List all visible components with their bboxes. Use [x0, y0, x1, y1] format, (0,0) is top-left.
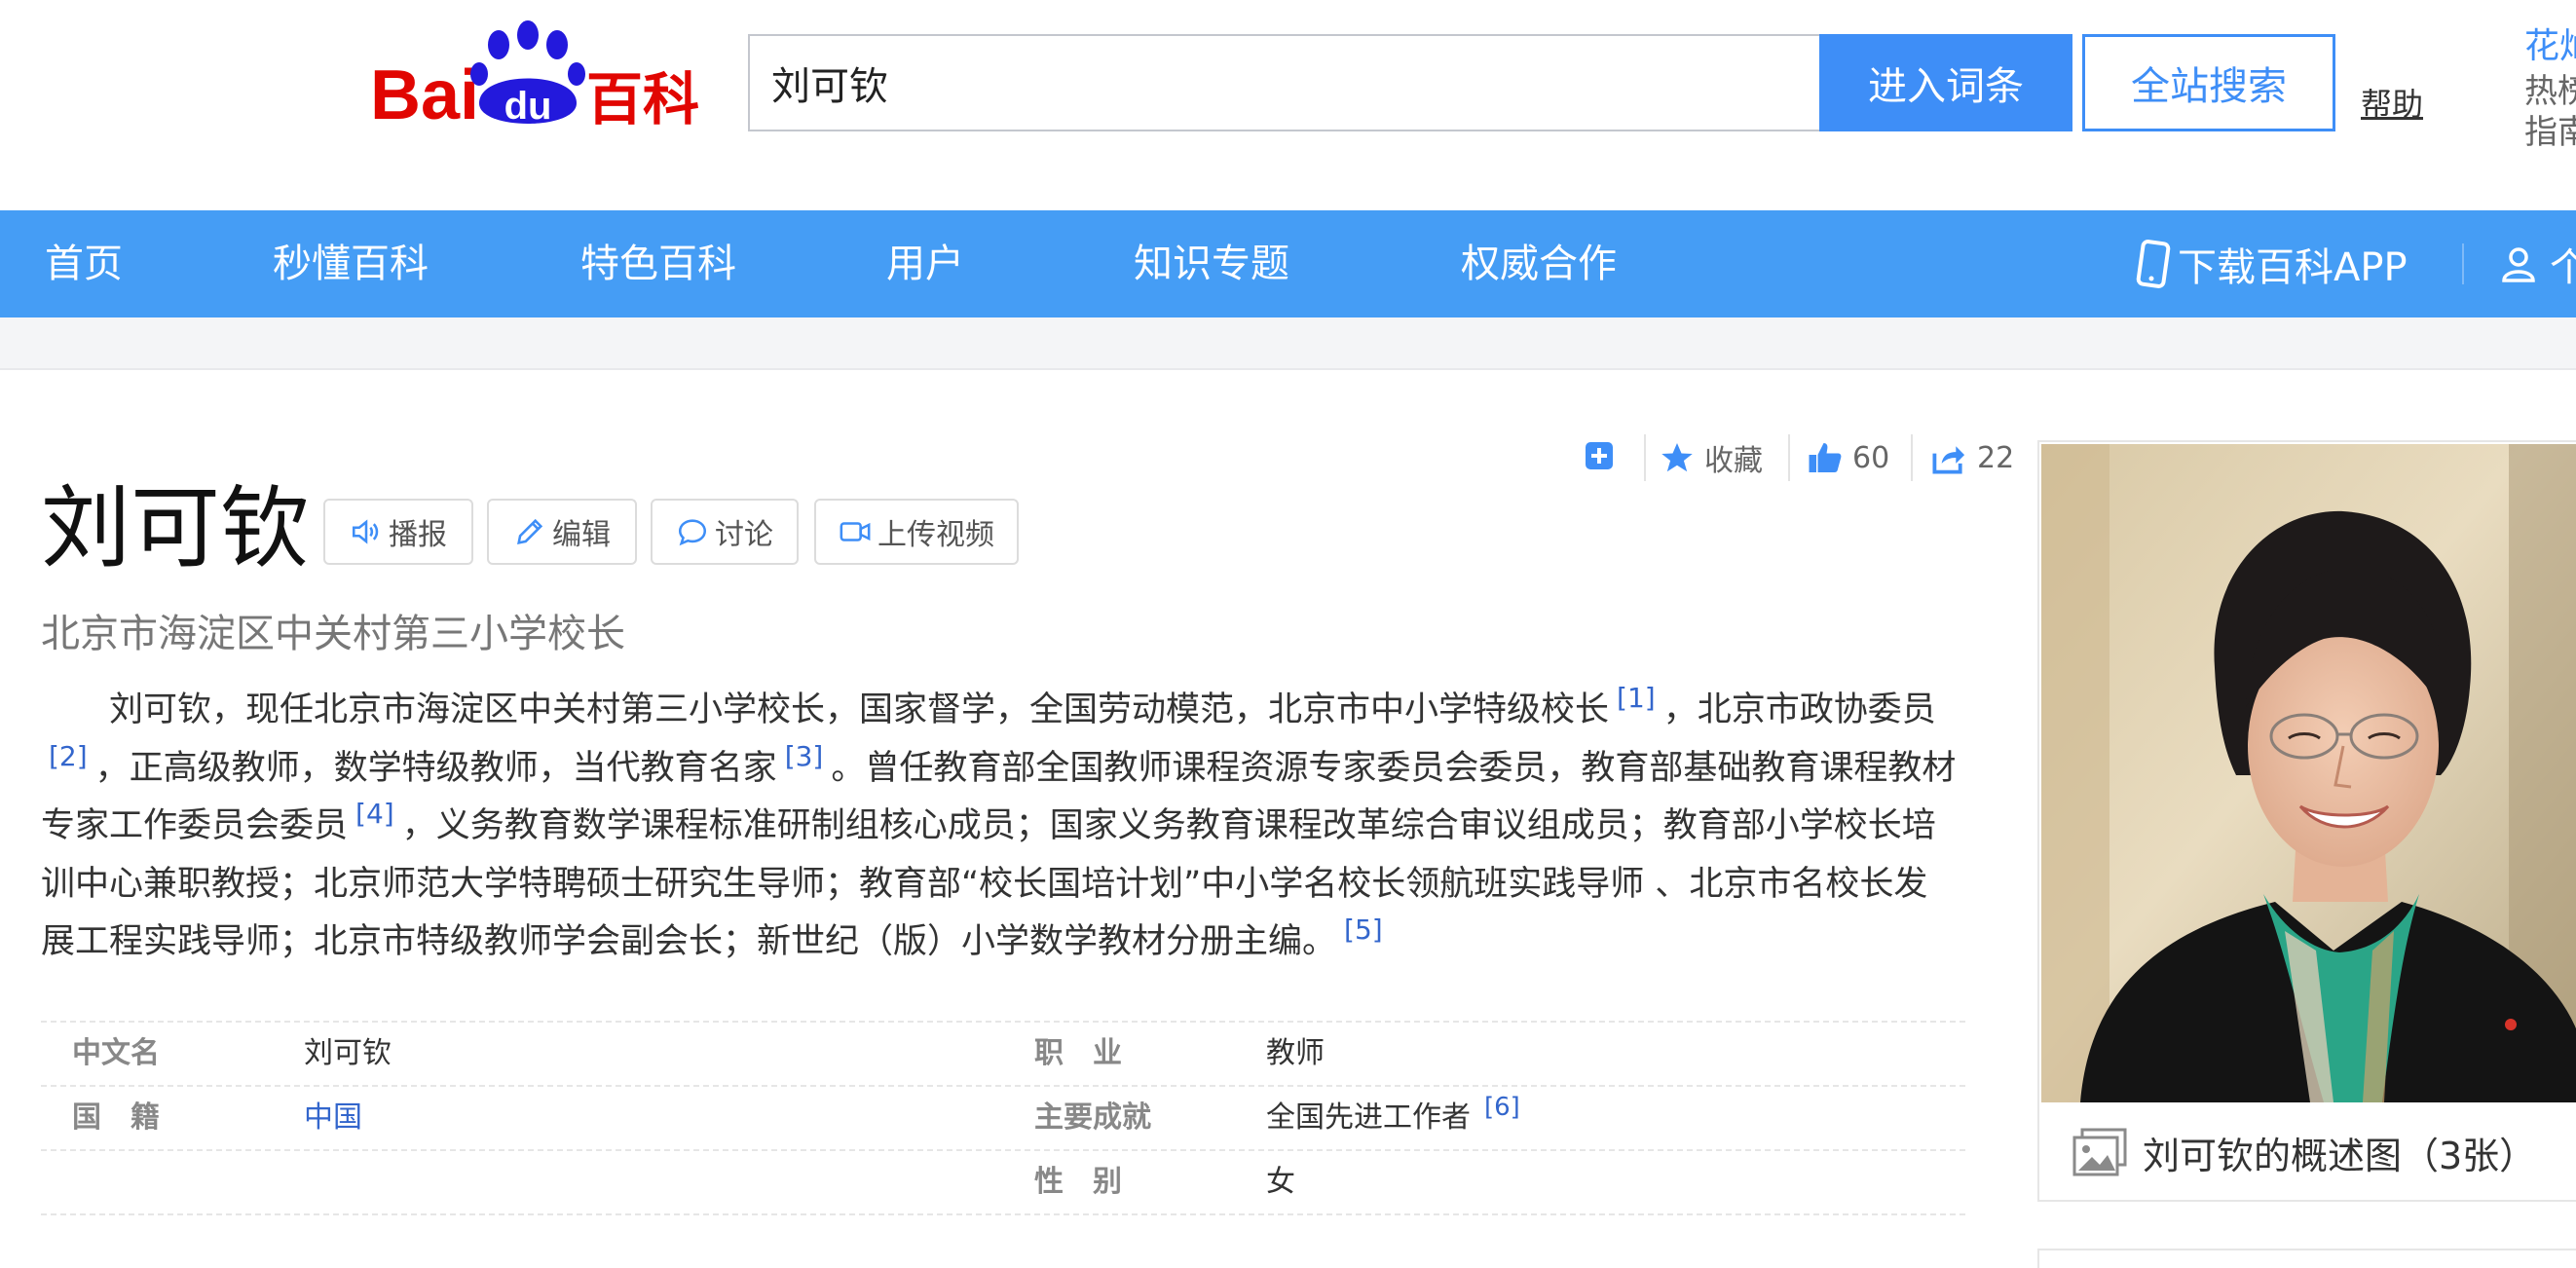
summary-text: ，正高级教师，数学特级教师，当代教育名家 [94, 748, 777, 788]
baidu-baike-logo[interactable]: Bai du 百科 [370, 14, 701, 131]
breadcrumb-strip [0, 317, 2576, 370]
entry-subtitle: 北京市海淀区中关村第三小学校长 [41, 612, 625, 656]
logo-baike-text: 百科 [586, 66, 699, 131]
download-app-label: 下载百科APP [2178, 245, 2408, 290]
reference-link[interactable]: [2] [49, 740, 88, 772]
upload-video-label: 上传视频 [877, 518, 994, 552]
reference-link[interactable]: [1] [1617, 682, 1656, 714]
summary-text: 刘可钦，现任北京市海淀区中关村第三小学校长，国家督学，全国劳动模范，北京市中小学… [109, 690, 1610, 729]
info-row: 性 别 女 [41, 1149, 1965, 1215]
star-icon [1661, 443, 1693, 472]
chat-bubble-icon [678, 519, 707, 546]
download-app-link[interactable]: 下载百科APP [2133, 210, 2408, 317]
thumbs-up-icon [1809, 443, 1842, 472]
nav-item-users[interactable]: 用户 [886, 210, 964, 317]
nav-item-topics[interactable]: 知识专题 [1134, 210, 1289, 317]
phone-icon [2136, 240, 2171, 288]
discuss-label: 讨论 [715, 518, 773, 552]
summary-photo-panel[interactable]: 刘可钦的概述图（3张） [2037, 440, 2576, 1202]
enter-entry-button[interactable]: 进入词条 [1819, 34, 2072, 131]
info-label-achievement: 主要成就 [1034, 1100, 1151, 1135]
pencil-icon [517, 518, 543, 544]
edit-button[interactable]: 编辑 [487, 499, 637, 565]
info-label-occupation: 职 业 [1034, 1036, 1122, 1070]
nav-item-home[interactable]: 首页 [45, 210, 123, 317]
side-card-edge [2037, 1249, 2576, 1268]
user-icon [2502, 247, 2535, 282]
reference-link[interactable]: [4] [355, 798, 394, 830]
edit-label: 编辑 [552, 518, 611, 552]
logo-du-text: du [504, 85, 552, 128]
basic-info-table: 中文名 刘可钦 职 业 教师 国 籍 中国 主要成就 全国先进工作者 [6] 性 … [41, 1021, 1965, 1215]
info-label-chinese-name: 中文名 [72, 1036, 160, 1070]
gallery-icon [2072, 1128, 2127, 1176]
info-row: 中文名 刘可钦 职 业 教师 [41, 1021, 1965, 1085]
photo-caption-text: 刘可钦的概述图（3张） [2143, 1134, 2537, 1177]
reference-link[interactable]: [5] [1344, 914, 1383, 946]
user-menu-label: 个 [2550, 245, 2576, 290]
achievement-text: 全国先进工作者 [1266, 1100, 1471, 1135]
video-camera-icon [840, 522, 871, 541]
top-right-link[interactable]: 指南 [2524, 105, 2576, 153]
favorite-label: 收藏 [1704, 444, 1763, 478]
share-icon [1932, 446, 1965, 474]
speaker-icon [352, 519, 379, 544]
like-count: 60 [1852, 440, 1890, 475]
photo-caption[interactable]: 刘可钦的概述图（3张） [2039, 1102, 2576, 1202]
entry-title: 刘可钦 [41, 476, 311, 580]
entry-summary: 刘可钦，现任北京市海淀区中关村第三小学校长，国家督学，全国劳动模范，北京市中小学… [41, 682, 1960, 972]
portrait-photo[interactable] [2041, 444, 2576, 1102]
info-row: 国 籍 中国 主要成就 全国先进工作者 [6] [41, 1085, 1965, 1149]
nav-divider [2462, 243, 2464, 284]
action-divider [1644, 434, 1646, 481]
info-label-gender: 性 别 [1034, 1165, 1122, 1199]
search-input[interactable]: 刘可钦 [748, 34, 1819, 131]
like-button[interactable]: 60 [1808, 434, 1889, 481]
broadcast-label: 播报 [389, 518, 447, 552]
user-menu[interactable]: 个 [2499, 210, 2576, 317]
info-value-gender: 女 [1266, 1165, 1295, 1199]
share-button[interactable]: 22 [1930, 434, 2014, 481]
reference-link[interactable]: [3] [785, 740, 824, 772]
info-value-nationality-link[interactable]: 中国 [304, 1087, 362, 1149]
reference-link[interactable]: [6] [1484, 1093, 1520, 1122]
broadcast-button[interactable]: 播报 [323, 499, 473, 565]
info-value-achievement: 全国先进工作者 [6] [1266, 1087, 1520, 1149]
main-nav: 首页 秒懂百科 特色百科 用户 知识专题 权威合作 下载百科APP 个 [0, 210, 2576, 317]
action-divider [1911, 434, 1913, 481]
nav-item-miaodong[interactable]: 秒懂百科 [273, 210, 429, 317]
discuss-button[interactable]: 讨论 [651, 499, 799, 565]
upload-video-button[interactable]: 上传视频 [814, 499, 1019, 565]
nav-item-featured[interactable]: 特色百科 [580, 210, 736, 317]
action-divider [1788, 434, 1790, 481]
info-value-occupation: 教师 [1266, 1036, 1325, 1070]
share-count: 22 [1977, 440, 2015, 475]
summary-text: ，北京市政协委员 [1662, 690, 1936, 729]
logo-bai-text: Bai [370, 56, 479, 131]
site-search-button[interactable]: 全站搜索 [2082, 34, 2335, 131]
favorite-button[interactable]: 收藏 [1660, 434, 1763, 481]
nav-item-cooperation[interactable]: 权威合作 [1461, 210, 1617, 317]
top-right-link[interactable]: 花灿 [2524, 18, 2576, 68]
add-to-list-icon[interactable] [1584, 440, 1615, 471]
info-label-nationality: 国 籍 [72, 1100, 160, 1135]
help-link[interactable]: 帮助 [2361, 80, 2423, 125]
info-value-chinese-name: 刘可钦 [304, 1036, 392, 1070]
